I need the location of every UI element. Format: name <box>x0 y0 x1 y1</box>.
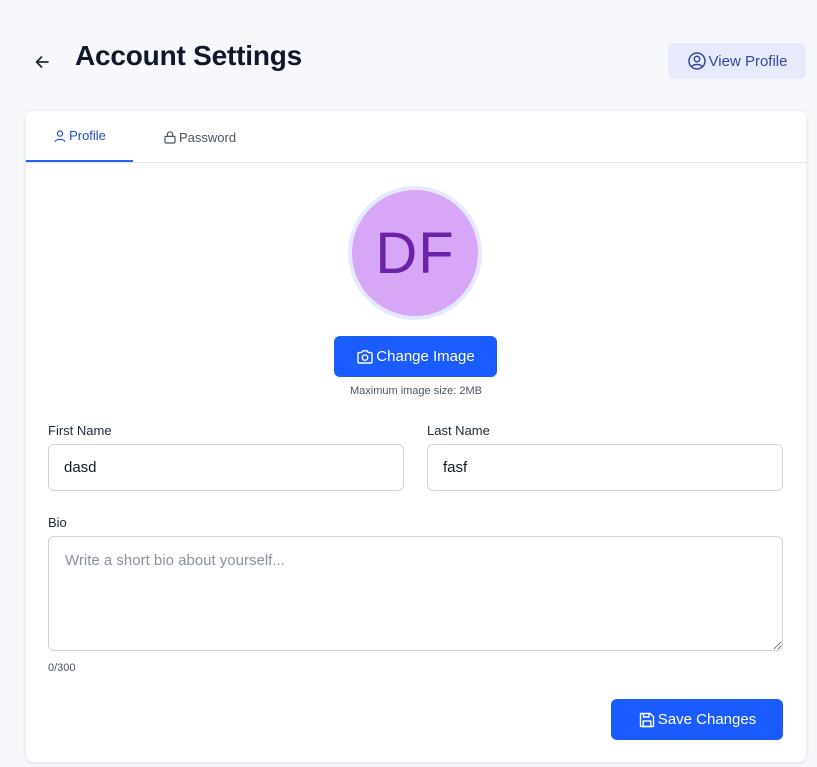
avatar: DF <box>348 186 482 320</box>
first-name-field[interactable] <box>48 444 404 491</box>
first-name-label: First Name <box>48 423 112 438</box>
arrow-left-icon <box>35 56 49 68</box>
tab-bar: Profile Password <box>26 111 806 163</box>
change-image-button[interactable]: Change Image <box>334 336 497 377</box>
bio-character-counter: 0/300 <box>48 662 76 674</box>
user-circle-icon <box>687 52 706 70</box>
avatar-initials: DF <box>375 220 455 286</box>
save-icon <box>639 712 654 727</box>
last-name-label: Last Name <box>427 423 490 438</box>
settings-card: Profile Password DF Change Image Maximum… <box>26 111 806 762</box>
camera-icon <box>357 349 373 364</box>
back-button[interactable] <box>30 50 54 74</box>
image-size-note: Maximum image size: 2MB <box>349 385 483 397</box>
tab-profile[interactable]: Profile <box>26 111 133 162</box>
bio-textarea[interactable] <box>48 536 783 651</box>
page-title: Account Settings <box>75 40 303 71</box>
last-name-field[interactable] <box>427 444 783 491</box>
bio-label: Bio <box>48 515 67 530</box>
view-profile-button[interactable]: View Profile <box>668 43 806 79</box>
tab-password-label: Password <box>179 129 237 145</box>
save-changes-label: Save Changes <box>657 711 757 728</box>
user-icon <box>54 129 66 142</box>
change-image-label: Change Image <box>376 348 475 365</box>
tab-password[interactable]: Password <box>163 111 236 163</box>
account-settings-page: Account Settings View Profile Profile Pa… <box>0 0 817 767</box>
tab-profile-label: Profile <box>69 128 106 143</box>
save-changes-button[interactable]: Save Changes <box>611 699 783 740</box>
lock-icon <box>164 131 176 144</box>
view-profile-label: View Profile <box>708 52 788 70</box>
